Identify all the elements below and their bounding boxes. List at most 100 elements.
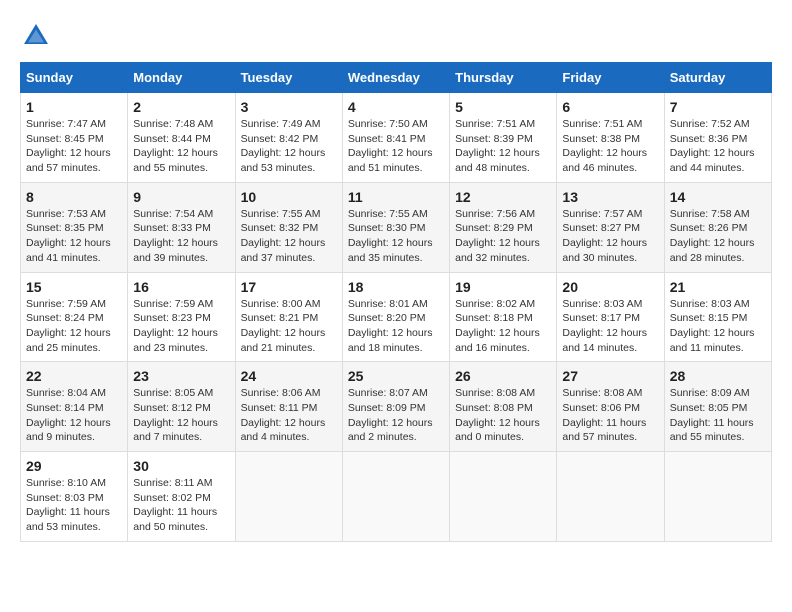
day-number: 29 — [26, 458, 122, 474]
calendar-day-cell: 10 Sunrise: 7:55 AM Sunset: 8:32 PM Dayli… — [235, 182, 342, 272]
calendar-day-cell: 14 Sunrise: 7:58 AM Sunset: 8:26 PM Dayli… — [664, 182, 771, 272]
calendar-day-cell: 15 Sunrise: 7:59 AM Sunset: 8:24 PM Dayli… — [21, 272, 128, 362]
weekday-header-monday: Monday — [128, 63, 235, 93]
calendar-day-cell: 1Sunrise: 7:47 AM Sunset: 8:45 PM Daylig… — [21, 93, 128, 183]
calendar-day-cell: 30 Sunrise: 8:11 AM Sunset: 8:02 PM Dayli… — [128, 452, 235, 542]
day-detail: Sunrise: 8:01 AM Sunset: 8:20 PM Dayligh… — [348, 297, 444, 356]
day-detail: Sunrise: 7:52 AM Sunset: 8:36 PM Dayligh… — [670, 117, 766, 176]
day-number: 22 — [26, 368, 122, 384]
day-detail: Sunrise: 8:08 AM Sunset: 8:08 PM Dayligh… — [455, 386, 551, 445]
weekday-header-friday: Friday — [557, 63, 664, 93]
weekday-header-saturday: Saturday — [664, 63, 771, 93]
weekday-header-wednesday: Wednesday — [342, 63, 449, 93]
day-detail: Sunrise: 7:54 AM Sunset: 8:33 PM Dayligh… — [133, 207, 229, 266]
day-number: 25 — [348, 368, 444, 384]
logo — [20, 20, 56, 52]
calendar-day-cell: 19 Sunrise: 8:02 AM Sunset: 8:18 PM Dayli… — [450, 272, 557, 362]
page-header — [20, 20, 772, 52]
calendar-table: SundayMondayTuesdayWednesdayThursdayFrid… — [20, 62, 772, 542]
calendar-day-cell: 25 Sunrise: 8:07 AM Sunset: 8:09 PM Dayli… — [342, 362, 449, 452]
day-detail: Sunrise: 8:10 AM Sunset: 8:03 PM Dayligh… — [26, 476, 122, 535]
day-number: 7 — [670, 99, 766, 115]
day-number: 19 — [455, 279, 551, 295]
calendar-day-cell: 27 Sunrise: 8:08 AM Sunset: 8:06 PM Dayli… — [557, 362, 664, 452]
day-detail: Sunrise: 7:47 AM Sunset: 8:45 PM Dayligh… — [26, 117, 122, 176]
calendar-week-row: 15 Sunrise: 7:59 AM Sunset: 8:24 PM Dayli… — [21, 272, 772, 362]
calendar-day-cell: 18 Sunrise: 8:01 AM Sunset: 8:20 PM Dayli… — [342, 272, 449, 362]
calendar-week-row: 29 Sunrise: 8:10 AM Sunset: 8:03 PM Dayli… — [21, 452, 772, 542]
day-number: 12 — [455, 189, 551, 205]
calendar-day-cell: 5 Sunrise: 7:51 AM Sunset: 8:39 PM Daylig… — [450, 93, 557, 183]
day-detail: Sunrise: 7:55 AM Sunset: 8:30 PM Dayligh… — [348, 207, 444, 266]
calendar-day-cell: 3 Sunrise: 7:49 AM Sunset: 8:42 PM Daylig… — [235, 93, 342, 183]
calendar-day-cell: 24 Sunrise: 8:06 AM Sunset: 8:11 PM Dayli… — [235, 362, 342, 452]
day-detail: Sunrise: 7:57 AM Sunset: 8:27 PM Dayligh… — [562, 207, 658, 266]
day-number: 11 — [348, 189, 444, 205]
calendar-day-cell: 26 Sunrise: 8:08 AM Sunset: 8:08 PM Dayli… — [450, 362, 557, 452]
day-detail: Sunrise: 8:07 AM Sunset: 8:09 PM Dayligh… — [348, 386, 444, 445]
day-number: 18 — [348, 279, 444, 295]
day-number: 21 — [670, 279, 766, 295]
calendar-day-cell: 21 Sunrise: 8:03 AM Sunset: 8:15 PM Dayli… — [664, 272, 771, 362]
calendar-day-cell: 13 Sunrise: 7:57 AM Sunset: 8:27 PM Dayli… — [557, 182, 664, 272]
day-number: 30 — [133, 458, 229, 474]
day-number: 10 — [241, 189, 337, 205]
calendar-day-cell: 16Sunrise: 7:59 AM Sunset: 8:23 PM Dayli… — [128, 272, 235, 362]
day-number: 17 — [241, 279, 337, 295]
day-number: 15 — [26, 279, 122, 295]
day-detail: Sunrise: 8:06 AM Sunset: 8:11 PM Dayligh… — [241, 386, 337, 445]
day-number: 20 — [562, 279, 658, 295]
calendar-day-cell: 4Sunrise: 7:50 AM Sunset: 8:41 PM Daylig… — [342, 93, 449, 183]
day-detail: Sunrise: 7:58 AM Sunset: 8:26 PM Dayligh… — [670, 207, 766, 266]
calendar-week-row: 1Sunrise: 7:47 AM Sunset: 8:45 PM Daylig… — [21, 93, 772, 183]
calendar-week-row: 22 Sunrise: 8:04 AM Sunset: 8:14 PM Dayli… — [21, 362, 772, 452]
calendar-day-cell — [557, 452, 664, 542]
day-detail: Sunrise: 8:05 AM Sunset: 8:12 PM Dayligh… — [133, 386, 229, 445]
day-detail: Sunrise: 8:03 AM Sunset: 8:15 PM Dayligh… — [670, 297, 766, 356]
calendar-day-cell — [664, 452, 771, 542]
day-detail: Sunrise: 7:53 AM Sunset: 8:35 PM Dayligh… — [26, 207, 122, 266]
calendar-day-cell: 28 Sunrise: 8:09 AM Sunset: 8:05 PM Dayli… — [664, 362, 771, 452]
day-detail: Sunrise: 8:08 AM Sunset: 8:06 PM Dayligh… — [562, 386, 658, 445]
day-detail: Sunrise: 7:59 AM Sunset: 8:24 PM Dayligh… — [26, 297, 122, 356]
day-detail: Sunrise: 8:09 AM Sunset: 8:05 PM Dayligh… — [670, 386, 766, 445]
calendar-day-cell: 7 Sunrise: 7:52 AM Sunset: 8:36 PM Daylig… — [664, 93, 771, 183]
calendar-day-cell — [450, 452, 557, 542]
day-number: 3 — [241, 99, 337, 115]
logo-icon — [20, 20, 52, 52]
calendar-day-cell: 23 Sunrise: 8:05 AM Sunset: 8:12 PM Dayli… — [128, 362, 235, 452]
calendar-day-cell: 12 Sunrise: 7:56 AM Sunset: 8:29 PM Dayli… — [450, 182, 557, 272]
day-detail: Sunrise: 8:11 AM Sunset: 8:02 PM Dayligh… — [133, 476, 229, 535]
day-number: 26 — [455, 368, 551, 384]
day-number: 8 — [26, 189, 122, 205]
day-detail: Sunrise: 7:51 AM Sunset: 8:39 PM Dayligh… — [455, 117, 551, 176]
day-number: 6 — [562, 99, 658, 115]
calendar-day-cell: 9Sunrise: 7:54 AM Sunset: 8:33 PM Daylig… — [128, 182, 235, 272]
day-detail: Sunrise: 7:59 AM Sunset: 8:23 PM Dayligh… — [133, 297, 229, 356]
day-number: 24 — [241, 368, 337, 384]
day-detail: Sunrise: 8:03 AM Sunset: 8:17 PM Dayligh… — [562, 297, 658, 356]
calendar-day-cell: 20 Sunrise: 8:03 AM Sunset: 8:17 PM Dayli… — [557, 272, 664, 362]
day-number: 14 — [670, 189, 766, 205]
day-detail: Sunrise: 7:48 AM Sunset: 8:44 PM Dayligh… — [133, 117, 229, 176]
calendar-day-cell: 11 Sunrise: 7:55 AM Sunset: 8:30 PM Dayli… — [342, 182, 449, 272]
calendar-week-row: 8 Sunrise: 7:53 AM Sunset: 8:35 PM Daylig… — [21, 182, 772, 272]
day-number: 4 — [348, 99, 444, 115]
day-detail: Sunrise: 8:04 AM Sunset: 8:14 PM Dayligh… — [26, 386, 122, 445]
calendar-day-cell — [235, 452, 342, 542]
calendar-day-cell: 8 Sunrise: 7:53 AM Sunset: 8:35 PM Daylig… — [21, 182, 128, 272]
day-number: 23 — [133, 368, 229, 384]
day-detail: Sunrise: 8:02 AM Sunset: 8:18 PM Dayligh… — [455, 297, 551, 356]
day-number: 13 — [562, 189, 658, 205]
day-number: 5 — [455, 99, 551, 115]
day-detail: Sunrise: 7:51 AM Sunset: 8:38 PM Dayligh… — [562, 117, 658, 176]
day-number: 27 — [562, 368, 658, 384]
day-detail: Sunrise: 7:49 AM Sunset: 8:42 PM Dayligh… — [241, 117, 337, 176]
day-number: 28 — [670, 368, 766, 384]
day-detail: Sunrise: 7:55 AM Sunset: 8:32 PM Dayligh… — [241, 207, 337, 266]
weekday-header-sunday: Sunday — [21, 63, 128, 93]
day-detail: Sunrise: 7:56 AM Sunset: 8:29 PM Dayligh… — [455, 207, 551, 266]
calendar-header-row: SundayMondayTuesdayWednesdayThursdayFrid… — [21, 63, 772, 93]
calendar-day-cell: 29 Sunrise: 8:10 AM Sunset: 8:03 PM Dayli… — [21, 452, 128, 542]
day-number: 2 — [133, 99, 229, 115]
